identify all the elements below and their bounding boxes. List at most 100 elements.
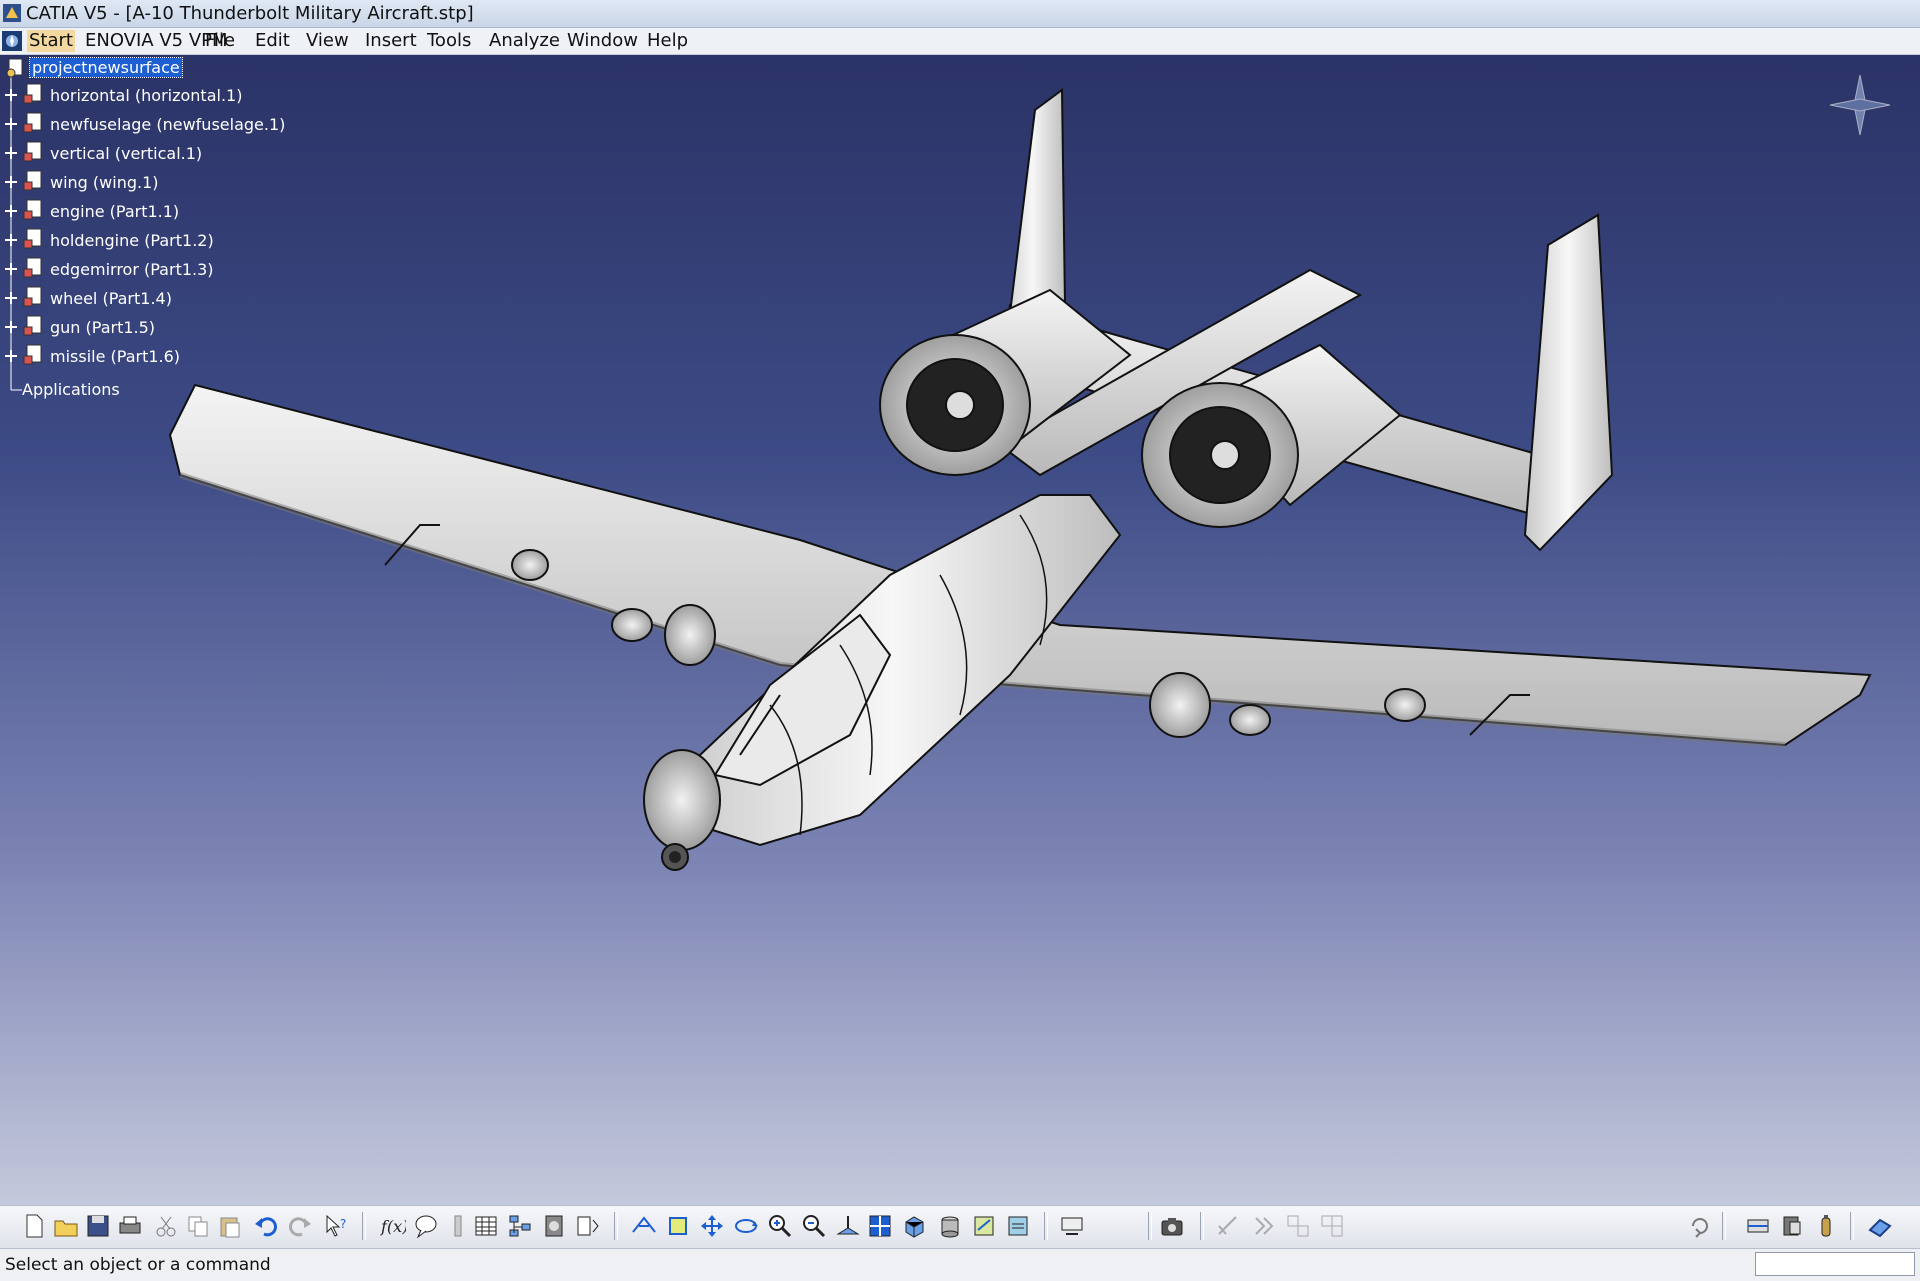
- toolbar-separator: [1850, 1212, 1854, 1240]
- tree-item[interactable]: engine (Part1.1): [4, 199, 264, 227]
- part-icon: [23, 141, 42, 162]
- cut-icon[interactable]: [152, 1212, 180, 1240]
- toolbar-separator: [362, 1212, 366, 1240]
- tree-icon[interactable]: [506, 1212, 534, 1240]
- paste-icon[interactable]: [216, 1212, 244, 1240]
- sketch-icon[interactable]: [1744, 1212, 1772, 1240]
- menu-file[interactable]: File: [203, 30, 237, 52]
- menu-bar: Start ENOVIA V5 VPM File Edit View Inser…: [0, 28, 1920, 55]
- menu-analyze[interactable]: Analyze: [487, 30, 562, 52]
- svg-text:?: ?: [340, 1217, 346, 1231]
- tree-item[interactable]: wing (wing.1): [4, 170, 264, 198]
- tree-item-label[interactable]: engine (Part1.1): [50, 202, 179, 221]
- expand-plus-icon[interactable]: [4, 88, 18, 102]
- multi-view-icon[interactable]: [866, 1212, 894, 1240]
- new-icon[interactable]: [20, 1212, 48, 1240]
- tree-item-label[interactable]: edgemirror (Part1.3): [50, 260, 214, 279]
- open-icon[interactable]: [52, 1212, 80, 1240]
- tree-item-label[interactable]: newfuselage (newfuselage.1): [50, 115, 285, 134]
- graph-tree-icon[interactable]: [1058, 1212, 1086, 1240]
- expand-plus-icon[interactable]: [4, 262, 18, 276]
- copy-icon[interactable]: [184, 1212, 212, 1240]
- fly-mode-icon[interactable]: [630, 1212, 658, 1240]
- menu-tools[interactable]: Tools: [425, 30, 473, 52]
- expand-plus-icon[interactable]: [4, 146, 18, 160]
- 3d-viewport[interactable]: projectnewsurface horizontal (horizontal…: [0, 55, 1920, 1205]
- catalog-icon[interactable]: [540, 1212, 568, 1240]
- swap-visible-icon[interactable]: [1004, 1212, 1032, 1240]
- tree-item[interactable]: holdengine (Part1.2): [4, 228, 264, 256]
- menu-start[interactable]: Start: [27, 30, 75, 52]
- iso-view-icon[interactable]: [900, 1212, 928, 1240]
- expand-plus-icon[interactable]: [4, 175, 18, 189]
- compass-icon[interactable]: [1820, 65, 1900, 145]
- toolbar-separator: [1148, 1212, 1152, 1240]
- tree-item[interactable]: vertical (vertical.1): [4, 141, 264, 169]
- expand-plus-icon[interactable]: [4, 117, 18, 131]
- analysis-icon[interactable]: [1250, 1212, 1278, 1240]
- zoom-out-icon[interactable]: [800, 1212, 828, 1240]
- update-icon[interactable]: [1686, 1212, 1714, 1240]
- tree-item[interactable]: newfuselage (newfuselage.1): [4, 112, 285, 140]
- tree-applications-node[interactable]: Applications: [22, 380, 172, 408]
- toolbar-separator: [1044, 1212, 1048, 1240]
- toolbar-separator: [1200, 1212, 1204, 1240]
- menu-help[interactable]: Help: [645, 30, 690, 52]
- tree-item-label[interactable]: gun (Part1.5): [50, 318, 155, 337]
- capture-icon[interactable]: [1158, 1212, 1186, 1240]
- toolbar-separator: [614, 1212, 618, 1240]
- normal-view-icon[interactable]: [834, 1212, 862, 1240]
- measure-between-icon[interactable]: [1778, 1212, 1806, 1240]
- svg-text:f(x): f(x): [380, 1217, 406, 1236]
- tree-root-node[interactable]: projectnewsurface: [4, 57, 184, 85]
- formula-icon[interactable]: f(x): [378, 1212, 406, 1240]
- rotate-icon[interactable]: [732, 1212, 760, 1240]
- pan-icon[interactable]: [698, 1212, 726, 1240]
- apply-material-icon[interactable]: [1866, 1212, 1894, 1240]
- expand-plus-icon[interactable]: [4, 291, 18, 305]
- expand-plus-icon[interactable]: [4, 204, 18, 218]
- tree-item-label[interactable]: missile (Part1.6): [50, 347, 180, 366]
- hide-show-icon[interactable]: [970, 1212, 998, 1240]
- command-input[interactable]: [1755, 1252, 1915, 1276]
- tree-item[interactable]: horizontal (horizontal.1): [4, 83, 264, 111]
- shading-icon[interactable]: [936, 1212, 964, 1240]
- knowledge-icon[interactable]: [444, 1212, 472, 1240]
- constraint-edit-icon[interactable]: [1318, 1212, 1346, 1240]
- tree-item[interactable]: gun (Part1.5): [4, 315, 264, 343]
- parameter-icon[interactable]: [574, 1212, 602, 1240]
- undo-icon[interactable]: [252, 1212, 280, 1240]
- window-title: CATIA V5 - [A-10 Thunderbolt Military Ai…: [26, 3, 474, 24]
- tree-item[interactable]: wheel (Part1.4): [4, 286, 264, 314]
- tree-item[interactable]: missile (Part1.6): [4, 344, 264, 372]
- menu-edit[interactable]: Edit: [253, 30, 292, 52]
- catia-compass-icon[interactable]: [2, 31, 22, 51]
- constraint-icon[interactable]: [1284, 1212, 1312, 1240]
- redo-icon[interactable]: [286, 1212, 314, 1240]
- tree-root-label[interactable]: projectnewsurface: [29, 57, 183, 78]
- menu-view[interactable]: View: [304, 30, 351, 52]
- tree-applications-label[interactable]: Applications: [22, 380, 120, 399]
- whats-this-icon[interactable]: ?: [322, 1212, 350, 1240]
- menu-insert[interactable]: Insert: [363, 30, 419, 52]
- tree-item-label[interactable]: holdengine (Part1.2): [50, 231, 214, 250]
- tree-item-label[interactable]: vertical (vertical.1): [50, 144, 202, 163]
- measure-icon[interactable]: [1214, 1212, 1242, 1240]
- table-icon[interactable]: [472, 1212, 500, 1240]
- status-bar: Select an object or a command: [0, 1248, 1920, 1281]
- part-icon: [23, 199, 42, 220]
- fit-all-icon[interactable]: [664, 1212, 692, 1240]
- comment-icon[interactable]: [412, 1212, 440, 1240]
- tree-item-label[interactable]: wing (wing.1): [50, 173, 159, 192]
- expand-plus-icon[interactable]: [4, 233, 18, 247]
- menu-window[interactable]: Window: [565, 30, 640, 52]
- tree-item-label[interactable]: wheel (Part1.4): [50, 289, 172, 308]
- tree-item[interactable]: edgemirror (Part1.3): [4, 257, 264, 285]
- save-icon[interactable]: [84, 1212, 112, 1240]
- expand-plus-icon[interactable]: [4, 320, 18, 334]
- tree-item-label[interactable]: horizontal (horizontal.1): [50, 86, 242, 105]
- material-icon[interactable]: [1812, 1212, 1840, 1240]
- print-icon[interactable]: [116, 1212, 144, 1240]
- zoom-in-icon[interactable]: [766, 1212, 794, 1240]
- expand-plus-icon[interactable]: [4, 349, 18, 363]
